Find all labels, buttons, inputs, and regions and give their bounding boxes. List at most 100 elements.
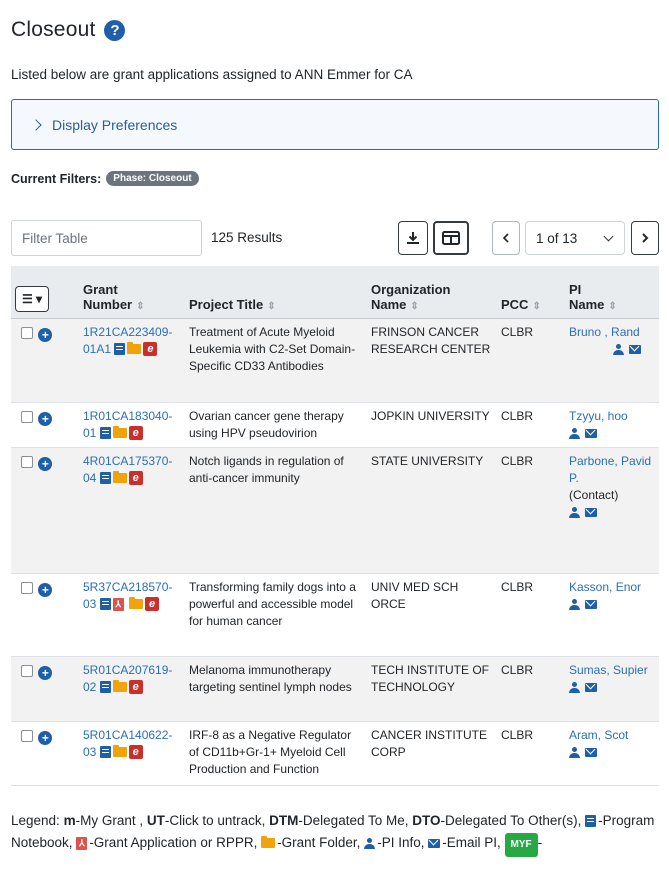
- email-pi-icon[interactable]: [585, 599, 598, 609]
- pi-info-icon[interactable]: [569, 506, 580, 518]
- pi-name-link[interactable]: Tzyyu, hoo: [569, 409, 628, 423]
- grant-folder-icon[interactable]: [112, 471, 127, 484]
- e-icon[interactable]: e: [145, 597, 160, 612]
- column-menu-button[interactable]: ☰ ▾: [15, 285, 49, 312]
- page-title: Closeout: [11, 18, 96, 41]
- pi-info-icon[interactable]: [613, 343, 624, 355]
- pcc-code: CLBR: [497, 656, 565, 722]
- organization-name: CANCER INSTITUTE CORP: [367, 721, 497, 786]
- expand-row-icon[interactable]: +: [38, 327, 53, 342]
- grant-number-link[interactable]: 4R01CA175370- 04: [83, 454, 172, 485]
- current-filters-label: Current Filters:: [11, 171, 102, 186]
- column-grant-number[interactable]: Grant Number ⇕: [79, 266, 185, 319]
- email-pi-icon[interactable]: [585, 682, 598, 692]
- previous-page-button[interactable]: [492, 221, 520, 255]
- pi-name-link[interactable]: Aram, Scot: [569, 728, 628, 742]
- pi-info-icon[interactable]: [569, 598, 580, 610]
- program-notebook-icon[interactable]: [99, 472, 111, 485]
- program-notebook-icon[interactable]: [114, 343, 126, 356]
- row-checkbox[interactable]: [21, 410, 33, 423]
- table-grid-icon: [442, 231, 460, 245]
- column-grant-label-2: Number: [83, 296, 133, 312]
- help-icon[interactable]: ?: [104, 19, 126, 41]
- grant-application-pdf-icon[interactable]: ⅄: [112, 597, 124, 611]
- sort-icon: ⇕: [267, 300, 276, 312]
- legend-label: Legend:: [11, 813, 60, 828]
- e-icon[interactable]: e: [128, 745, 143, 760]
- program-notebook-icon[interactable]: [99, 746, 111, 759]
- table-row: + 1R01CA183040- 01 e Ovarian cancer gene …: [11, 402, 659, 448]
- row-checkbox[interactable]: [21, 581, 33, 594]
- e-icon[interactable]: e: [128, 680, 143, 695]
- pi-info-icon[interactable]: [569, 746, 580, 758]
- pcc-code: CLBR: [497, 318, 565, 403]
- results-count: 125 Results: [211, 230, 283, 245]
- column-pi-name[interactable]: PI Name ⇕: [565, 266, 659, 319]
- column-pcc[interactable]: PCC ⇕: [497, 266, 565, 319]
- email-pi-icon[interactable]: [629, 344, 642, 354]
- program-notebook-icon[interactable]: [99, 681, 111, 694]
- expand-row-icon[interactable]: +: [38, 665, 53, 680]
- grant-folder-icon[interactable]: [112, 745, 127, 758]
- pcc-code: CLBR: [497, 573, 565, 657]
- grant-folder-icon[interactable]: [112, 426, 127, 439]
- row-checkbox[interactable]: [21, 729, 33, 742]
- column-layout-button[interactable]: [433, 221, 469, 255]
- email-pi-icon[interactable]: [585, 428, 598, 438]
- table-row: + 4R01CA175370- 04 e Notch ligands in reg…: [11, 447, 659, 574]
- organization-name: FRINSON CANCER RESEARCH CENTER: [367, 318, 497, 403]
- expand-row-icon[interactable]: +: [38, 582, 53, 597]
- legend-dto-text: -Delegated To Other(s),: [440, 813, 582, 828]
- pcc-code: CLBR: [497, 402, 565, 448]
- grant-number-link[interactable]: 5R01CA140622- 03: [83, 728, 172, 759]
- grant-number-link[interactable]: 1R01CA183040- 01: [83, 409, 172, 440]
- pi-name-link[interactable]: Kasson, Enor: [569, 580, 641, 594]
- expand-row-icon[interactable]: +: [38, 730, 53, 745]
- program-notebook-icon[interactable]: [99, 598, 111, 611]
- myf-badge: MYF: [504, 833, 538, 857]
- pi-name-link[interactable]: Bruno , Rand: [569, 325, 640, 339]
- pi-name-link[interactable]: Parbone, Pavid P.: [569, 454, 651, 485]
- pcc-code: CLBR: [497, 721, 565, 786]
- legend-dtm-key: DTM: [269, 813, 299, 828]
- organization-name: JOPKIN UNIVERSITY: [367, 402, 497, 448]
- column-org-label-1: Organization: [371, 281, 451, 297]
- grant-folder-icon[interactable]: [112, 680, 127, 693]
- row-checkbox[interactable]: [21, 326, 33, 339]
- page-select[interactable]: 1 of 13: [525, 221, 625, 255]
- row-checkbox[interactable]: [21, 455, 33, 468]
- legend-m-key: m: [63, 813, 76, 828]
- email-pi-icon[interactable]: [585, 747, 598, 757]
- sort-icon: ⇕: [136, 300, 145, 312]
- pi-info-icon[interactable]: [569, 427, 580, 439]
- next-page-button[interactable]: [631, 221, 659, 255]
- grant-folder-icon[interactable]: [129, 597, 144, 610]
- project-title: Notch ligands in regulation of anti-canc…: [185, 447, 367, 574]
- expand-row-icon[interactable]: +: [38, 456, 53, 471]
- pi-info-icon[interactable]: [569, 681, 580, 693]
- grant-folder-icon[interactable]: [127, 342, 142, 355]
- expand-row-icon[interactable]: +: [38, 411, 53, 426]
- project-title: Ovarian cancer gene therapy using HPV ps…: [185, 402, 367, 448]
- row-checkbox[interactable]: [21, 664, 33, 677]
- pi-name-link[interactable]: Sumas, Supier: [569, 663, 648, 677]
- email-pi-icon[interactable]: [585, 507, 598, 517]
- column-project-title[interactable]: Project Title ⇕: [185, 266, 367, 319]
- sort-icon: ⇕: [608, 300, 617, 312]
- e-icon[interactable]: e: [143, 342, 158, 357]
- filter-table-input[interactable]: [11, 220, 202, 256]
- legend-ut-text: -Click to untrack,: [164, 813, 266, 828]
- download-icon: [407, 232, 419, 244]
- column-org-label-2: Name: [371, 296, 407, 312]
- table-row: + 5R01CA207619- 02 e Melanoma immunothera…: [11, 656, 659, 722]
- e-icon[interactable]: e: [128, 426, 143, 441]
- column-pi-label-1: PI: [569, 281, 582, 297]
- download-button[interactable]: [398, 221, 428, 255]
- program-notebook-icon: [585, 815, 597, 828]
- column-menu-header: ☰ ▾: [11, 266, 79, 319]
- column-organization-name[interactable]: Organization Name ⇕: [367, 266, 497, 319]
- grant-number-link[interactable]: 5R01CA207619- 02: [83, 663, 172, 694]
- program-notebook-icon[interactable]: [99, 427, 111, 440]
- display-preferences-toggle[interactable]: Display Preferences: [11, 99, 659, 150]
- e-icon[interactable]: e: [128, 471, 143, 486]
